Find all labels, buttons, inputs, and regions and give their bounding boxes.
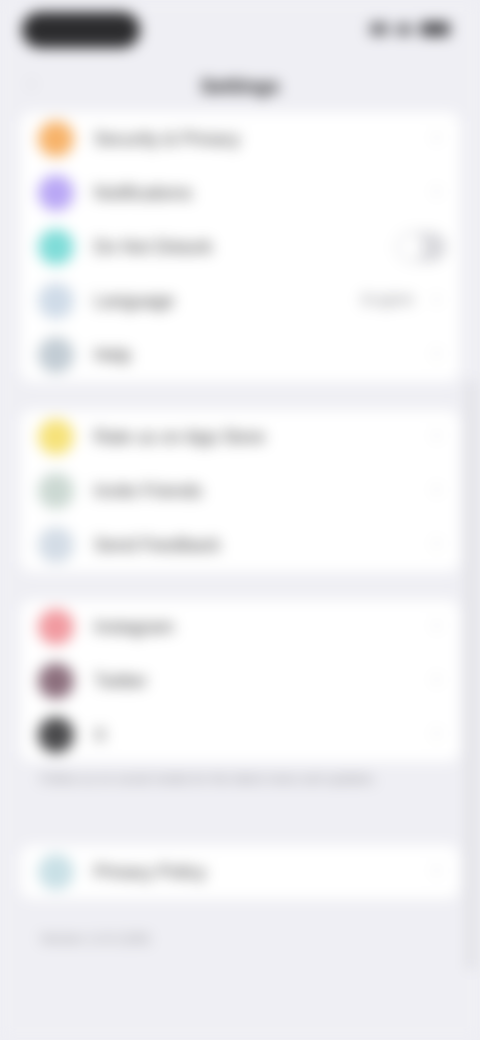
row-label: Security & Privacy: [94, 129, 241, 149]
mail-icon: [38, 527, 74, 563]
star-icon: [38, 419, 74, 455]
chevron-right-icon: ›: [433, 532, 440, 554]
twitter-icon: [38, 663, 74, 699]
row-label: Language: [94, 291, 175, 311]
row-invite-friends[interactable]: Invite Friends ›: [20, 464, 460, 518]
row-notifications[interactable]: Notifications ›: [20, 166, 460, 220]
row-privacy-policy[interactable]: Privacy Policy ›: [20, 845, 460, 899]
row-label: X: [94, 725, 107, 745]
lock-icon: [38, 121, 74, 157]
settings-group-support: Rate us on App Store › Invite Friends › …: [20, 410, 460, 572]
chevron-right-icon: ›: [433, 342, 440, 364]
row-rate-app[interactable]: Rate us on App Store ›: [20, 410, 460, 464]
wifi-icon: [396, 23, 412, 35]
chevron-right-icon: ›: [433, 859, 440, 881]
chevron-right-icon: ›: [433, 722, 440, 744]
status-bar: [0, 0, 480, 64]
chevron-right-icon: ›: [433, 478, 440, 500]
settings-group-legal: Privacy Policy ›: [20, 845, 460, 899]
signal-icon: [370, 23, 388, 35]
row-twitter[interactable]: Twitter ›: [20, 654, 460, 708]
battery-icon: [420, 22, 450, 36]
page-title: Settings: [200, 76, 280, 98]
chevron-right-icon: ›: [433, 614, 440, 636]
instagram-icon: [38, 609, 74, 645]
chevron-right-icon: ›: [433, 288, 440, 310]
status-indicators: [370, 22, 450, 36]
row-label: Instagram: [94, 617, 175, 637]
settings-group-general: Security & Privacy › Notifications › Do …: [20, 112, 460, 382]
row-x[interactable]: X ›: [20, 708, 460, 762]
row-label: Twitter: [94, 671, 148, 691]
nav-bar: ‹ Settings: [0, 64, 480, 112]
status-pill: [22, 12, 140, 48]
row-label: Privacy Policy: [94, 862, 207, 882]
chevron-right-icon: ›: [433, 668, 440, 690]
chevron-right-icon: ›: [433, 424, 440, 446]
version-label: Version 1.0.0 (100): [40, 931, 150, 946]
bell-icon: [38, 175, 74, 211]
globe-icon: [38, 283, 74, 319]
settings-screen: ‹ Settings Security & Privacy › Notifica…: [0, 0, 480, 1040]
row-label: Send Feedback: [94, 535, 221, 555]
row-security-privacy[interactable]: Security & Privacy ›: [20, 112, 460, 166]
row-language[interactable]: Language English ›: [20, 274, 460, 328]
chevron-right-icon: ›: [433, 180, 440, 202]
chevron-right-icon: ›: [433, 126, 440, 148]
row-do-not-disturb: Do Not Disturb: [20, 220, 460, 274]
help-icon: [38, 337, 74, 373]
do-not-disturb-toggle[interactable]: [396, 232, 446, 262]
scrollbar[interactable]: [468, 380, 474, 970]
settings-group-social: Instagram › Twitter › X ›: [20, 600, 460, 762]
shield-icon: [38, 854, 74, 890]
moon-icon: [38, 229, 74, 265]
row-label: Help: [94, 345, 132, 365]
share-icon: [38, 473, 74, 509]
row-label: Do Not Disturb: [94, 237, 213, 257]
language-value: English: [361, 292, 414, 309]
row-help[interactable]: Help ›: [20, 328, 460, 382]
row-instagram[interactable]: Instagram ›: [20, 600, 460, 654]
social-footnote: Follow us on social media for the latest…: [40, 771, 377, 786]
row-label: Rate us on App Store: [94, 427, 266, 447]
row-label: Notifications: [94, 183, 193, 203]
row-label: Invite Friends: [94, 481, 203, 501]
x-icon: [38, 717, 74, 753]
row-send-feedback[interactable]: Send Feedback ›: [20, 518, 460, 572]
